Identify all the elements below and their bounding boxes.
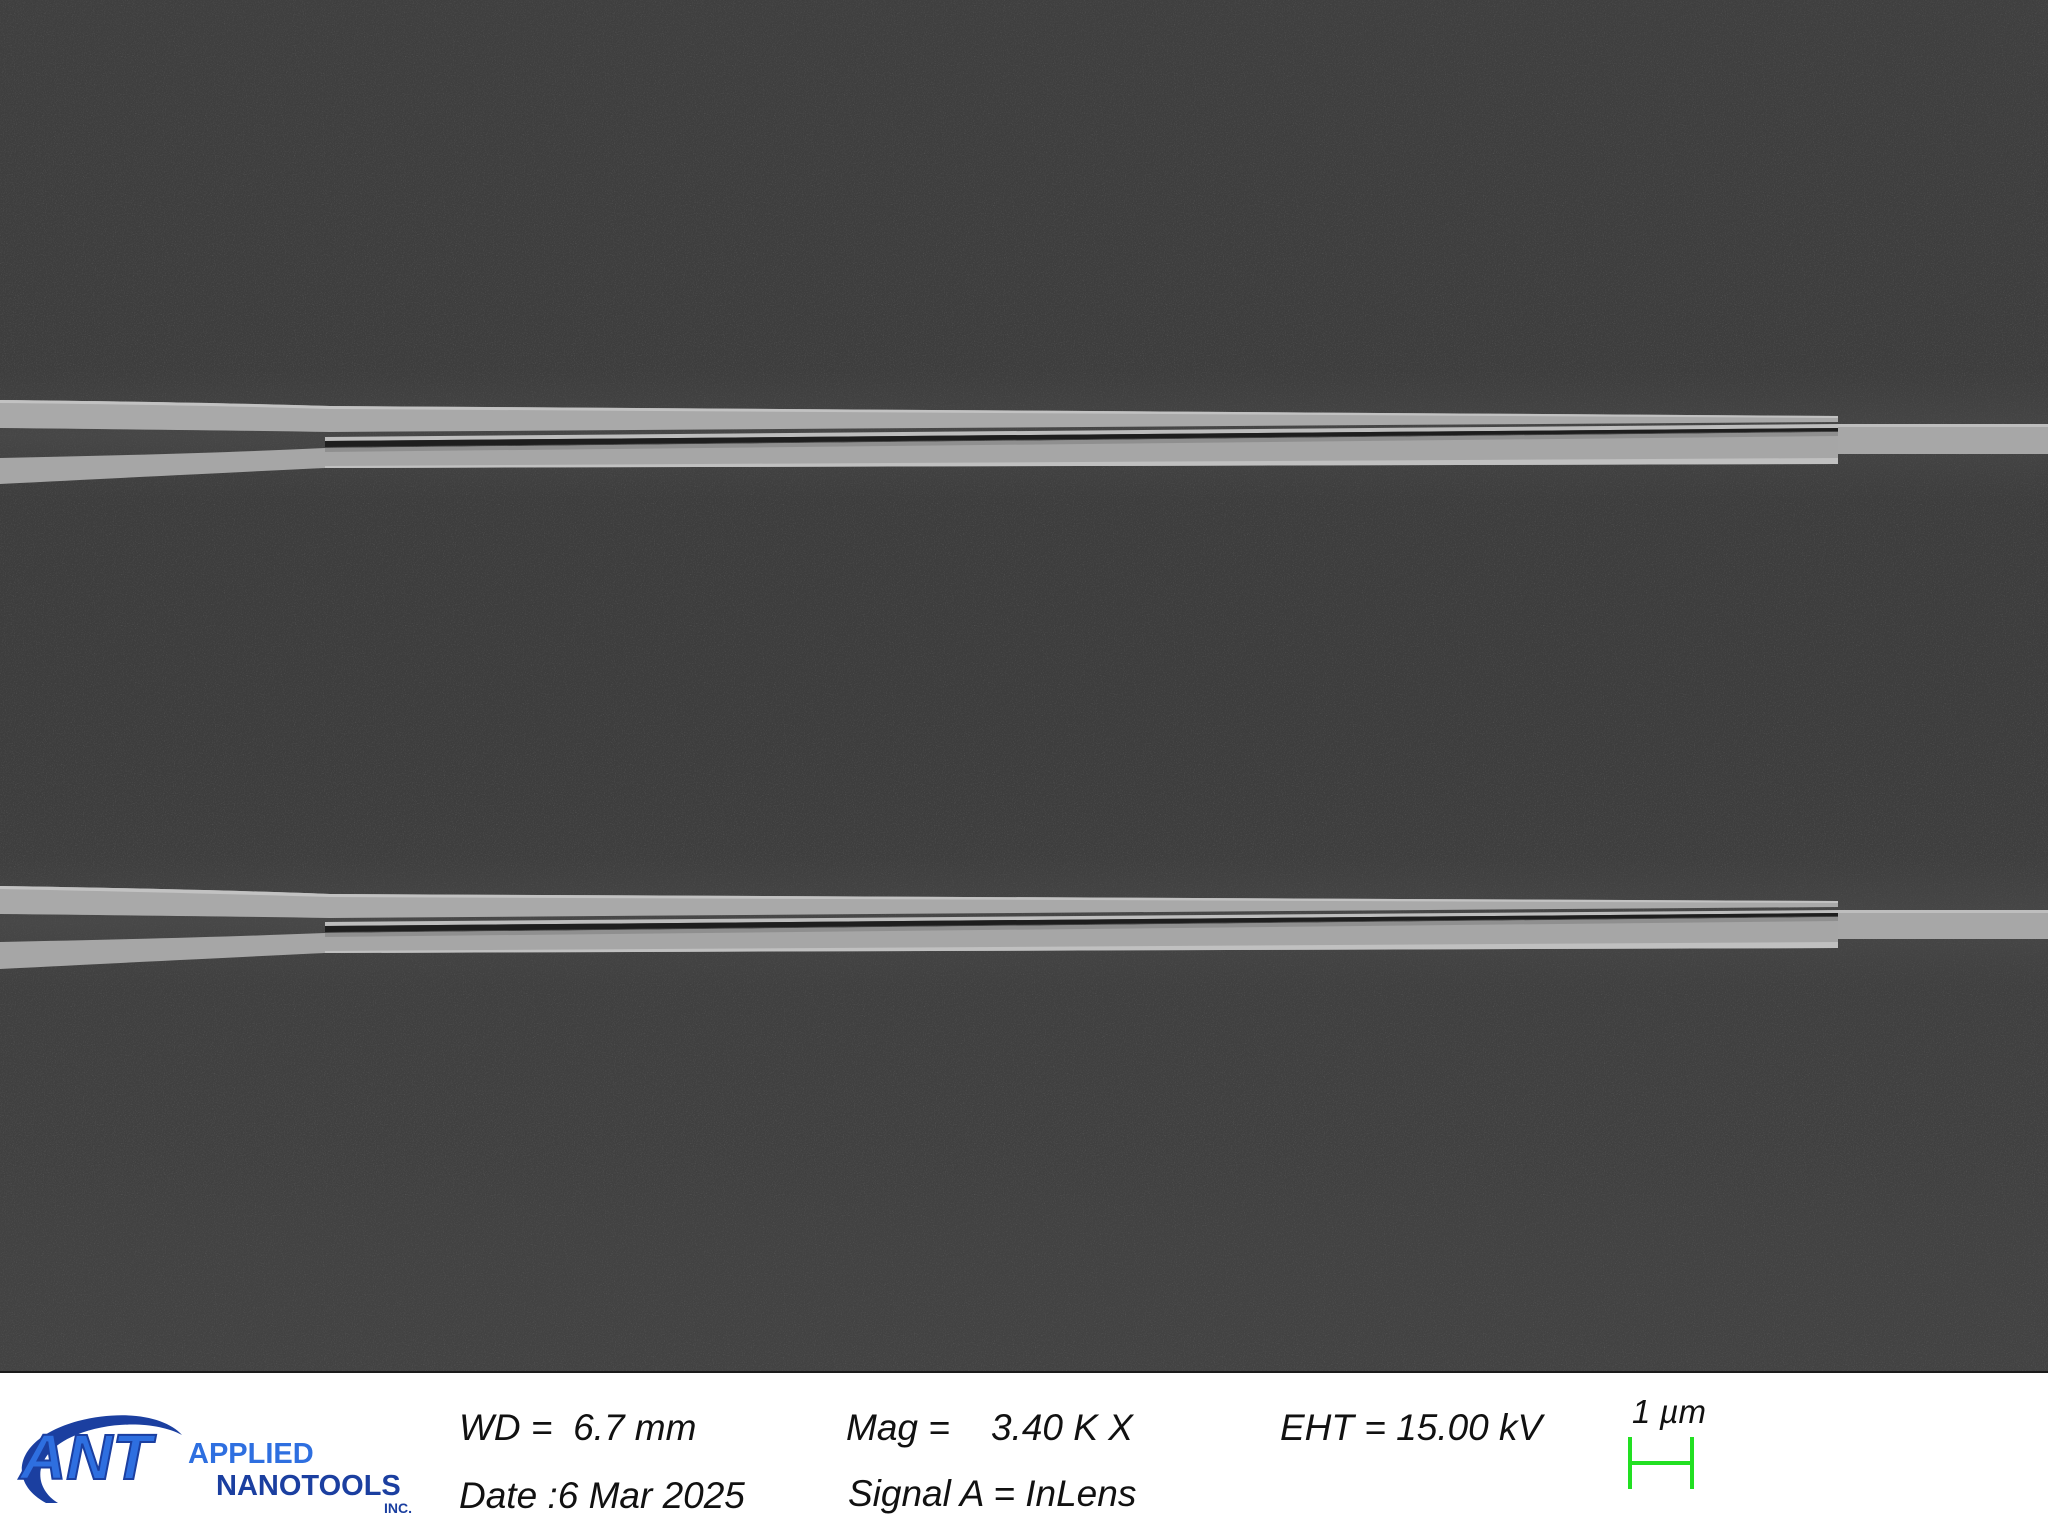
- accelerating-voltage: EHT = 15.00 kV: [1280, 1407, 1543, 1448]
- detector-signal: Signal A = InLens: [848, 1473, 1137, 1514]
- sem-info-bar: ANT APPLIED NANOTOOLS INC. WD = 6.7 mm D…: [0, 1371, 2048, 1536]
- logo-line1: APPLIED: [188, 1438, 314, 1470]
- applied-nanotools-logo: ANT APPLIED NANOTOOLS INC.: [17, 1415, 412, 1516]
- sem-micrograph: [0, 0, 2048, 1371]
- logo-suffix: INC.: [384, 1500, 412, 1516]
- scale-bar: [1628, 1437, 1694, 1489]
- scale-bar-label: 1 µm: [1632, 1393, 1707, 1430]
- logo-mark: ANT: [18, 1421, 156, 1493]
- magnification: Mag = 3.40 K X: [846, 1407, 1133, 1448]
- acquisition-date: Date :6 Mar 2025: [459, 1475, 745, 1516]
- working-distance: WD = 6.7 mm: [459, 1407, 697, 1448]
- logo-line2: NANOTOOLS: [216, 1470, 401, 1502]
